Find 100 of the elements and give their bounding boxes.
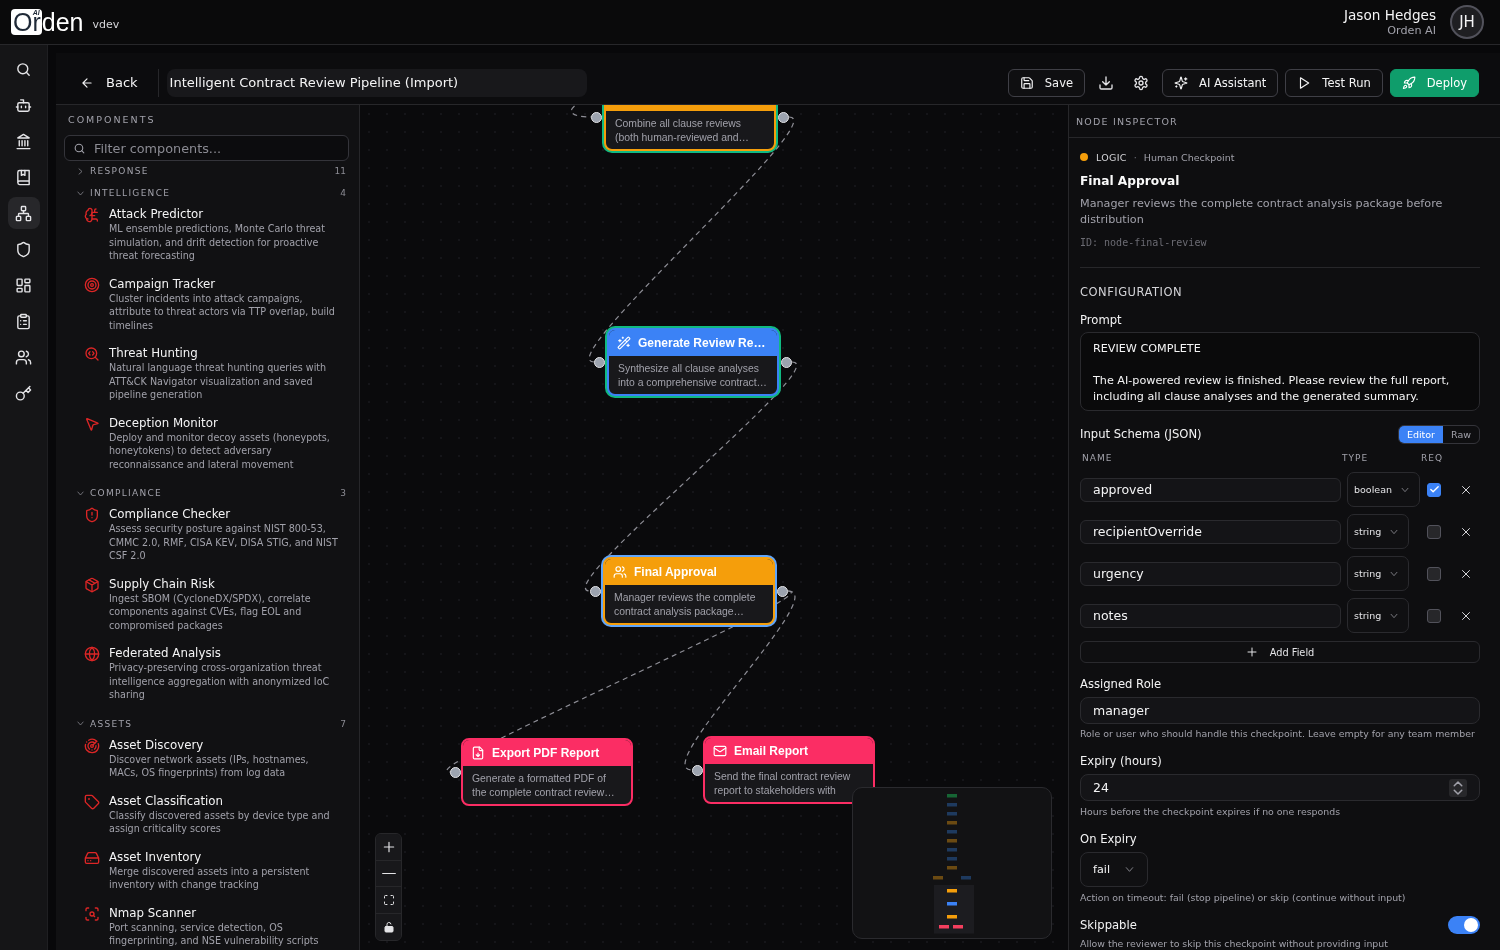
component-description: Merge discovered assets into a persistent inventory with change tracking — [109, 864, 311, 892]
chevron-down-icon[interactable] — [76, 719, 85, 728]
globe-icon — [84, 646, 100, 662]
component-description: ML ensemble predictions, Monte Carlo threat simulation, and drift detection for proactive threat forecasting — [109, 222, 326, 263]
column-header: TYPE — [1342, 453, 1370, 463]
field-label: Prompt — [1080, 312, 1123, 328]
component-title[interactable]: Compliance Checker — [109, 506, 340, 522]
type-select[interactable]: string — [1347, 556, 1410, 591]
download-icon — [1098, 74, 1115, 91]
field-label: Skippable — [1080, 917, 1137, 933]
component-title[interactable]: Asset Inventory — [109, 848, 340, 865]
section-title: INTELLIGENCE — [90, 188, 171, 198]
add-field-button[interactable]: Add Field — [1080, 641, 1480, 663]
connection-handle[interactable] — [590, 585, 601, 597]
scan-icon — [84, 905, 100, 922]
field-hint: Action on timeout: fail (stop pipeline) or skip (continue without input) — [1080, 892, 1407, 904]
node-type-label: Human Checkpoint — [1143, 151, 1235, 163]
role-field[interactable]: manager — [1080, 697, 1480, 724]
back-button[interactable]: Back — [72, 68, 146, 97]
chevron-down-icon[interactable] — [76, 188, 85, 198]
name-field[interactable]: urgency — [1080, 561, 1341, 586]
connection-handle[interactable] — [778, 111, 789, 123]
minus-icon — [381, 872, 396, 874]
required-checkbox[interactable] — [1427, 482, 1441, 497]
component-title[interactable]: Nmap Scanner — [109, 904, 340, 921]
connection-handle[interactable] — [692, 764, 703, 776]
required-checkbox[interactable] — [1427, 608, 1441, 623]
section-title: COMPLIANCE — [90, 488, 163, 498]
nav-button[interactable] — [7, 197, 40, 229]
column-header: REQ — [1421, 453, 1444, 463]
connection-handle[interactable] — [777, 585, 788, 597]
clipboard-icon — [15, 312, 32, 330]
field-hint: Hours before the checkpoint expires if no one responds — [1080, 806, 1342, 818]
remove-field-button[interactable] — [1460, 609, 1472, 622]
type-select[interactable]: string — [1347, 514, 1410, 549]
avatar[interactable]: JH — [1450, 5, 1484, 39]
magnifier-icon — [84, 346, 100, 362]
key-icon — [15, 384, 32, 402]
remove-field-button[interactable] — [1460, 525, 1472, 538]
name-field[interactable]: notes — [1080, 603, 1341, 628]
component-title[interactable]: Asset Classification — [109, 792, 340, 809]
section-count: 3 — [340, 488, 346, 498]
connection-handle[interactable] — [594, 356, 605, 368]
zoom-in-button[interactable] — [376, 834, 401, 861]
node-card[interactable]: Generate Review Re… Synthesize all clause analyses into a comprehensive contract… — [605, 326, 781, 398]
component-title[interactable]: Supply Chain Risk — [109, 575, 340, 592]
component-title[interactable]: Deception Monitor — [109, 414, 340, 431]
connection-handle[interactable] — [450, 766, 461, 778]
panel-heading: NODE INSPECTOR — [1069, 105, 1500, 138]
component-title[interactable]: Threat Hunting — [109, 345, 340, 361]
chevron-right-icon[interactable] — [76, 166, 85, 176]
pipeline-name-field[interactable]: Intelligent Contract Review Pipeline (Import) — [166, 68, 587, 97]
chevron-down-icon[interactable] — [76, 488, 85, 498]
component-title[interactable]: Attack Predictor — [109, 206, 340, 222]
name-field[interactable]: recipientOverride — [1080, 519, 1341, 544]
test-run-button[interactable]: Test Run — [1285, 68, 1383, 97]
component-description: Deploy and monitor decoy assets (honeypots, honeytokens) to detect adversary reconnaissance and lateral movement — [109, 430, 331, 471]
component-title[interactable]: Federated Analysis — [109, 645, 340, 661]
shield-icon — [15, 240, 32, 258]
component-title[interactable]: Campaign Tracker — [109, 275, 340, 292]
section-count: 11 — [334, 166, 346, 176]
mode-tab[interactable]: Editor — [1398, 425, 1443, 443]
type-select[interactable]: boolean — [1347, 472, 1420, 507]
skippable-toggle[interactable] — [1448, 916, 1480, 934]
filter-field[interactable]: Filter components... — [64, 135, 349, 161]
chevron-down-icon — [1124, 864, 1135, 875]
close-icon — [1460, 525, 1472, 538]
section-heading: CONFIGURATION — [1080, 284, 1184, 300]
prompt-field[interactable]: REVIEW COMPLETE The AI-powered review is finished. Please review the full report, including all clause analyses and the generated summary. — [1080, 332, 1480, 411]
close-icon — [1460, 567, 1472, 580]
plus-icon — [1245, 646, 1258, 658]
save-button[interactable]: Save — [1007, 68, 1086, 97]
users-icon — [613, 565, 627, 579]
node-id: ID: node-final-review — [1080, 236, 1208, 250]
component-description: Classify discovered assets by device type and assign criticality scores — [109, 808, 331, 836]
required-checkbox[interactable] — [1427, 566, 1441, 581]
category-dot-icon — [1080, 153, 1088, 161]
connection-handle[interactable] — [591, 111, 602, 123]
name-field[interactable]: approved — [1080, 477, 1341, 502]
mode-tab[interactable]: Raw — [1443, 425, 1479, 443]
save-icon — [1019, 75, 1034, 90]
ai-assistant-button[interactable]: AI Assistant — [1162, 68, 1279, 97]
node-card[interactable]: Final Approval Manager reviews the complete contract analysis package… — [601, 555, 777, 627]
user-name: Jason Hedges — [1344, 6, 1436, 24]
node-card[interactable]: Email Report Send the final contract review report to stakeholders with — [703, 736, 875, 804]
node-card[interactable]: Combine all clause reviews (both human-reviewed and… — [602, 105, 778, 153]
on-expiry-select[interactable]: fail — [1080, 852, 1148, 887]
remove-field-button[interactable] — [1460, 567, 1472, 580]
type-select[interactable]: string — [1347, 598, 1410, 633]
node-card[interactable]: Export PDF Report Generate a formatted PDF of the complete contract review… — [461, 738, 633, 806]
expiry-field[interactable]: 24 — [1080, 774, 1480, 801]
connection-handle[interactable] — [781, 356, 792, 368]
component-title[interactable]: Asset Discovery — [109, 736, 340, 753]
column-header: NAME — [1081, 453, 1114, 463]
radar-icon — [84, 737, 100, 754]
required-checkbox[interactable] — [1427, 524, 1441, 539]
remove-field-button[interactable] — [1460, 483, 1472, 496]
component-description: Ingest SBOM (CycloneDX/SPDX), correlate components against CVEs, flag EOL and compromised packages — [109, 591, 312, 632]
stepper-icon[interactable] — [1449, 778, 1467, 797]
tag-icon — [84, 793, 100, 810]
